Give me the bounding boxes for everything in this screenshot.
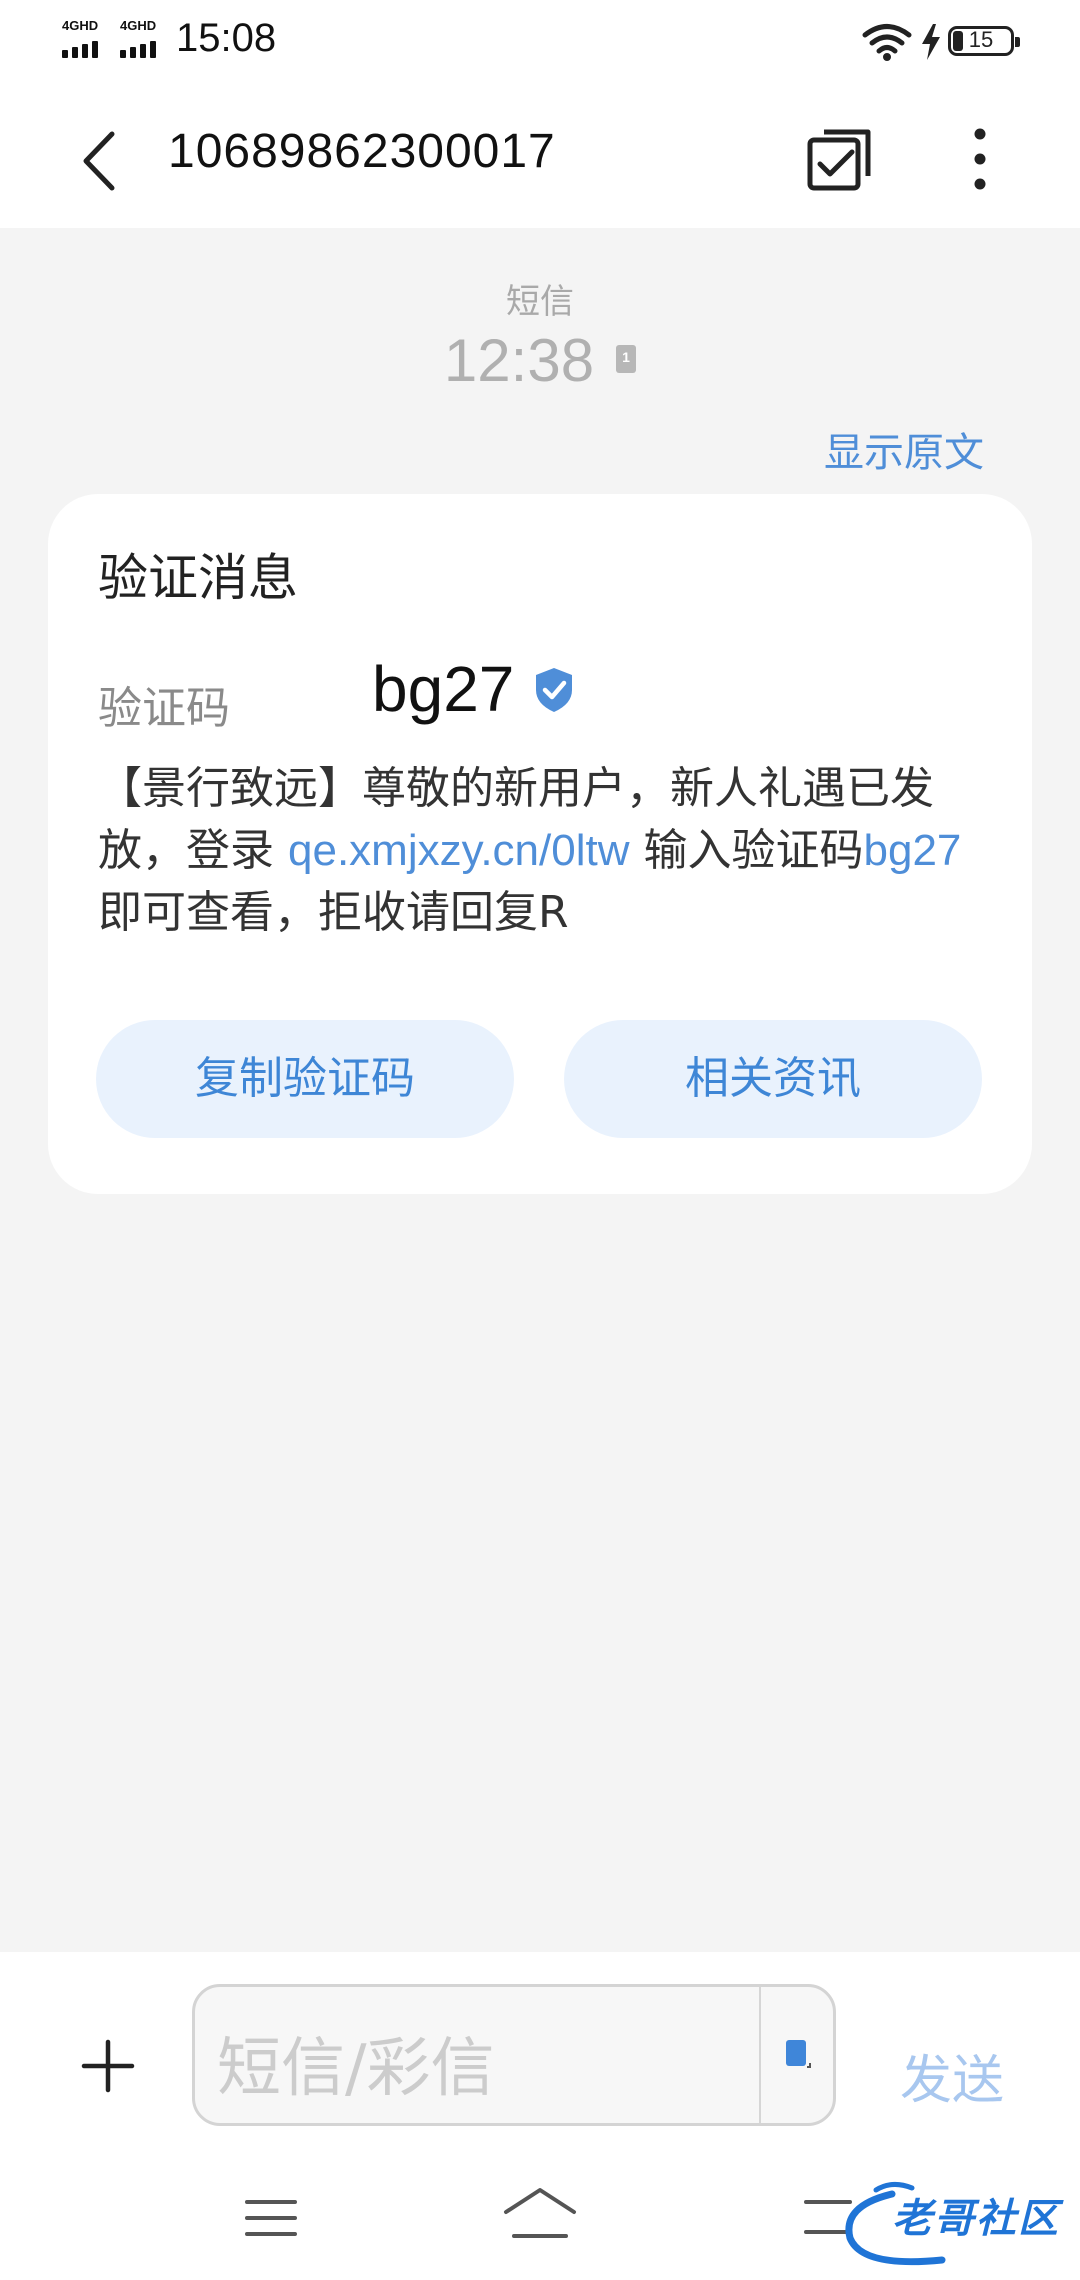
message-body-part-2: 输入验证码: [629, 825, 864, 876]
multiselect-button[interactable]: [806, 124, 876, 194]
message-input[interactable]: 短信/彩信: [192, 1984, 836, 2126]
watermark-logo: 老哥社区: [832, 2176, 1068, 2272]
more-options-button[interactable]: [960, 126, 1000, 192]
network-type-2: 4GHD: [120, 18, 157, 33]
conversation-title: 10689862300017: [168, 125, 556, 178]
battery-icon: 15: [948, 26, 1020, 56]
status-time: 15:08: [176, 16, 277, 60]
show-original-link[interactable]: 显示原文: [824, 420, 984, 478]
input-divider: [759, 1987, 761, 2123]
message-body: 【景行致远】尊敬的新用户，新人礼遇已发放，登录 qe.xmjxzy.cn/0lt…: [98, 758, 998, 944]
message-code-link[interactable]: bg27: [864, 826, 962, 875]
nav-home-icon[interactable]: [502, 2186, 578, 2240]
verification-code-value[interactable]: bg27: [372, 652, 514, 726]
network-type-1: 4GHD: [62, 18, 99, 33]
sim-card-icon: 1: [616, 344, 637, 373]
message-time: 12:38: [443, 327, 595, 394]
verification-code-label: 验证码: [98, 683, 230, 734]
message-timestamp: 12:38 1: [0, 326, 1080, 395]
sim-card-number: 1: [622, 348, 630, 365]
add-attachment-button[interactable]: [80, 2038, 136, 2094]
wifi-icon: [862, 24, 912, 61]
battery-level: 15: [968, 27, 994, 52]
cellular-signal-2-icon: 4GHD: [118, 18, 170, 60]
sim-switch-icon[interactable]: [785, 2039, 811, 2071]
nav-menu-icon[interactable]: [244, 2196, 298, 2240]
send-button[interactable]: 发送: [900, 2038, 1004, 2113]
verified-badge-icon: [536, 668, 572, 712]
message-body-part-3: 即可查看，拒收请回复R: [98, 887, 569, 938]
related-info-button[interactable]: 相关资讯: [564, 1020, 982, 1138]
message-link[interactable]: qe.xmjxzy.cn/0ltw: [288, 826, 630, 875]
verification-message-card: 验证消息 验证码 bg27 【景行致远】尊敬的新用户，新人礼遇已发放，登录 qe…: [48, 494, 1032, 1194]
message-input-placeholder: 短信/彩信: [217, 2032, 495, 2106]
message-type-label: 短信: [506, 282, 574, 322]
conversation-header: 10689862300017: [0, 84, 1080, 228]
status-bar: 4GHD 4GHD 15:08 15: [0, 0, 1080, 84]
charging-bolt-icon: [922, 24, 940, 60]
copy-code-button[interactable]: 复制验证码: [96, 1020, 514, 1138]
back-button[interactable]: [70, 126, 130, 196]
card-title: 验证消息: [98, 549, 298, 607]
cellular-signal-1-icon: 4GHD: [60, 18, 112, 60]
watermark-text: 老哥社区: [892, 2196, 1060, 2242]
